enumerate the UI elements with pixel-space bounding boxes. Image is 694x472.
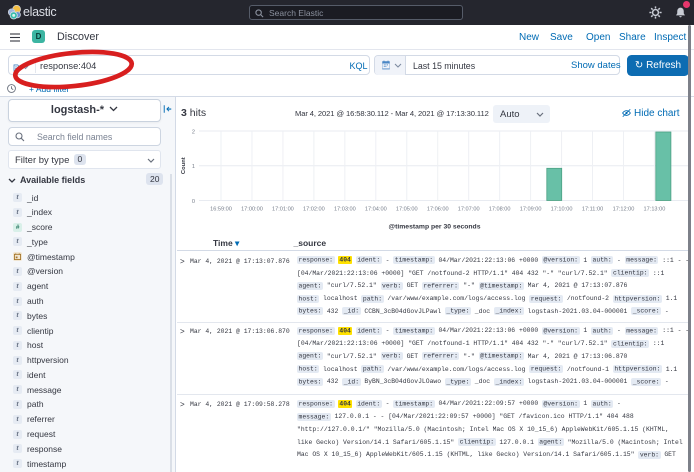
svg-text:17:03:00: 17:03:00 — [334, 207, 356, 213]
svg-text:17:12:00: 17:12:00 — [613, 207, 635, 213]
svg-text:17:13:00: 17:13:00 — [644, 207, 666, 213]
svg-text:Count: Count — [181, 157, 187, 174]
svg-text:17:07:00: 17:07:00 — [458, 207, 480, 213]
svg-text:17:01:00: 17:01:00 — [272, 207, 294, 213]
svg-text:17:04:00: 17:04:00 — [365, 207, 387, 213]
svg-text:17:05:00: 17:05:00 — [396, 207, 418, 213]
svg-text:17:09:00: 17:09:00 — [520, 207, 542, 213]
svg-text:17:00:00: 17:00:00 — [241, 207, 263, 213]
svg-text:16:59:00: 16:59:00 — [210, 207, 232, 213]
svg-text:1: 1 — [192, 164, 195, 170]
svg-text:17:10:00: 17:10:00 — [551, 207, 573, 213]
svg-text:17:11:00: 17:11:00 — [582, 207, 603, 213]
svg-text:@timestamp per 30 seconds: @timestamp per 30 seconds — [388, 224, 480, 231]
svg-text:0: 0 — [192, 199, 195, 205]
svg-text:17:08:00: 17:08:00 — [489, 207, 511, 213]
svg-text:17:02:00: 17:02:00 — [303, 207, 325, 213]
svg-text:17:06:00: 17:06:00 — [427, 207, 449, 213]
svg-text:2: 2 — [192, 130, 195, 136]
